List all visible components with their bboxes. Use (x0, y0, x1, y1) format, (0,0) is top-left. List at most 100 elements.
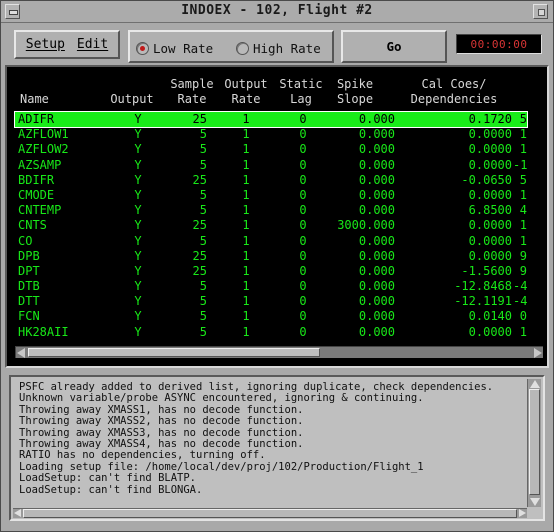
cell-output-rate: 1 (242, 157, 250, 172)
title-bar[interactable]: INDOEX - 102, Flight #2 (1, 1, 553, 23)
scroll-down-arrow-icon[interactable] (530, 498, 540, 506)
scroll-right-arrow-icon[interactable] (519, 509, 526, 517)
cell-dependencies: -4 (513, 294, 528, 309)
cell-output-rate: 1 (242, 309, 250, 324)
table-row[interactable]: AZFLOW2 Y 5 1 0 0.000 0.0000 1 (15, 142, 527, 157)
setup-menu[interactable]: Setup (26, 37, 65, 52)
cell-name: DPT (18, 263, 40, 278)
table-row[interactable]: FCN Y 5 1 0 0.000 0.0140 0 (15, 309, 527, 324)
cell-dependencies: 9 (519, 263, 527, 278)
cell-cal-coes: 0.1720 (468, 112, 512, 126)
radio-unselected-icon (236, 41, 249, 55)
table-row[interactable]: CMODE Y 5 1 0 0.000 0.0000 1 (15, 188, 527, 203)
cell-cal-coes: -12.8468 (454, 279, 512, 294)
go-button[interactable]: Go (341, 30, 447, 63)
cell-dependencies: 1 (519, 127, 527, 142)
cell-output: Y (134, 142, 142, 157)
cell-output-rate: 1 (242, 294, 250, 309)
scroll-thumb[interactable] (23, 509, 517, 518)
table-row[interactable]: DTT Y 5 1 0 0.000 -12.1191 -4 (15, 294, 527, 309)
cell-name: HK28AII (18, 324, 69, 339)
scroll-thumb[interactable] (28, 348, 320, 357)
cell-output: Y (134, 203, 142, 218)
cell-cal-coes: 6.8500 (468, 203, 512, 218)
cell-sample-rate: 5 (199, 187, 207, 202)
message-log: PSFC already added to derived list, igno… (9, 375, 545, 521)
cell-dependencies: 1 (519, 324, 527, 339)
cell-dependencies: 5 (519, 172, 527, 187)
cell-sample-rate: 5 (199, 233, 207, 248)
cell-output: Y (134, 294, 142, 309)
log-line: Throwing away XMASS2, has no decode func… (19, 415, 304, 428)
scroll-right-arrow-icon[interactable] (534, 348, 542, 358)
cell-cal-coes: 0.0000 (468, 127, 512, 142)
cell-dependencies: 5 (519, 112, 527, 126)
cell-spike-slope: 0.000 (358, 142, 395, 157)
cell-name: CO (18, 233, 33, 248)
window-title: INDOEX - 102, Flight #2 (181, 3, 373, 18)
cell-output: Y (134, 233, 142, 248)
table-row[interactable]: AZSAMP Y 5 1 0 0.000 0.0000 -1 (15, 158, 527, 173)
table-horizontal-scrollbar[interactable] (15, 346, 543, 358)
table-row[interactable]: BDIFR Y 25 1 0 0.000 -0.0650 5 (15, 173, 527, 188)
header-cal-coes: Cal Coes/ Dependencies (410, 77, 498, 106)
cell-output-rate: 1 (242, 142, 250, 157)
cell-spike-slope: 0.000 (358, 172, 395, 187)
cell-output-rate: 1 (242, 203, 250, 218)
edit-menu[interactable]: Edit (77, 37, 108, 52)
scroll-left-arrow-icon[interactable] (14, 509, 21, 517)
cell-name: AZSAMP (18, 157, 62, 172)
log-text: PSFC already added to derived list, igno… (19, 381, 519, 496)
cell-dependencies: 1 (519, 142, 527, 157)
cell-cal-coes: 0.0000 (468, 142, 512, 157)
cell-cal-coes: 0.0000 (468, 248, 512, 263)
table-row[interactable]: CNTEMP Y 5 1 0 0.000 6.8500 4 (15, 203, 527, 218)
cell-dependencies: 4 (519, 203, 527, 218)
table-row[interactable]: AZFLOW1 Y 5 1 0 0.000 0.0000 1 (15, 127, 527, 142)
cell-cal-coes: 0.0000 (468, 324, 512, 339)
table-row[interactable]: HK28AII Y 5 1 0 0.000 0.0000 1 (15, 325, 527, 340)
elapsed-timer: 00:00:00 (456, 34, 542, 54)
cell-output: Y (134, 157, 142, 172)
log-line: LoadSetup: can't find BLATP. (19, 472, 197, 485)
cell-cal-coes: 0.0000 (468, 233, 512, 248)
cell-sample-rate: 5 (199, 324, 207, 339)
table-row[interactable]: CNTS Y 25 1 0 3000.000 0.0000 1 (15, 218, 527, 233)
cell-output-rate: 1 (242, 112, 250, 126)
scroll-left-arrow-icon[interactable] (17, 348, 25, 358)
cell-output-rate: 1 (242, 172, 250, 187)
cell-name: CMODE (18, 187, 55, 202)
table-row[interactable]: DPT Y 25 1 0 0.000 -1.5600 9 (15, 264, 527, 279)
cell-name: BDIFR (18, 172, 55, 187)
table-row[interactable]: DTB Y 5 1 0 0.000 -12.8468 -4 (15, 279, 527, 294)
table-vertical-scrollbar[interactable] (529, 112, 543, 342)
cell-output: Y (134, 172, 142, 187)
cell-output-rate: 1 (242, 233, 250, 248)
cell-name: DTB (18, 279, 40, 294)
log-horizontal-scrollbar[interactable] (13, 508, 527, 518)
cell-spike-slope: 0.000 (358, 324, 395, 339)
cell-dependencies: 1 (519, 233, 527, 248)
table-row[interactable]: ADIFR Y 25 1 0 0.000 0.1720 5 (14, 110, 528, 129)
cell-name: DPB (18, 248, 40, 263)
cell-cal-coes: 0.0000 (468, 187, 512, 202)
cell-spike-slope: 0.000 (358, 279, 395, 294)
cell-output-rate: 1 (242, 263, 250, 278)
high-rate-radio[interactable]: High Rate (236, 38, 321, 58)
window-resize-button[interactable] (533, 4, 548, 19)
cell-spike-slope: 0.000 (358, 263, 395, 278)
cell-output-rate: 1 (242, 279, 250, 294)
cell-spike-slope: 0.000 (358, 187, 395, 202)
scroll-up-arrow-icon[interactable] (530, 380, 540, 388)
table-row[interactable]: DPB Y 25 1 0 0.000 0.0000 9 (15, 249, 527, 264)
app-window: INDOEX - 102, Flight #2 Setup Edit Low R… (0, 0, 554, 532)
log-vertical-scrollbar[interactable] (527, 379, 541, 507)
cell-sample-rate: 25 (192, 248, 207, 263)
low-rate-radio[interactable]: Low Rate (136, 38, 213, 58)
table-row[interactable]: CO Y 5 1 0 0.000 0.0000 1 (15, 234, 527, 249)
cell-cal-coes: 0.0000 (468, 157, 512, 172)
cell-output: Y (134, 279, 142, 294)
cell-cal-coes: 0.0140 (468, 309, 512, 324)
scroll-thumb[interactable] (529, 389, 540, 495)
cell-dependencies: 9 (519, 248, 527, 263)
